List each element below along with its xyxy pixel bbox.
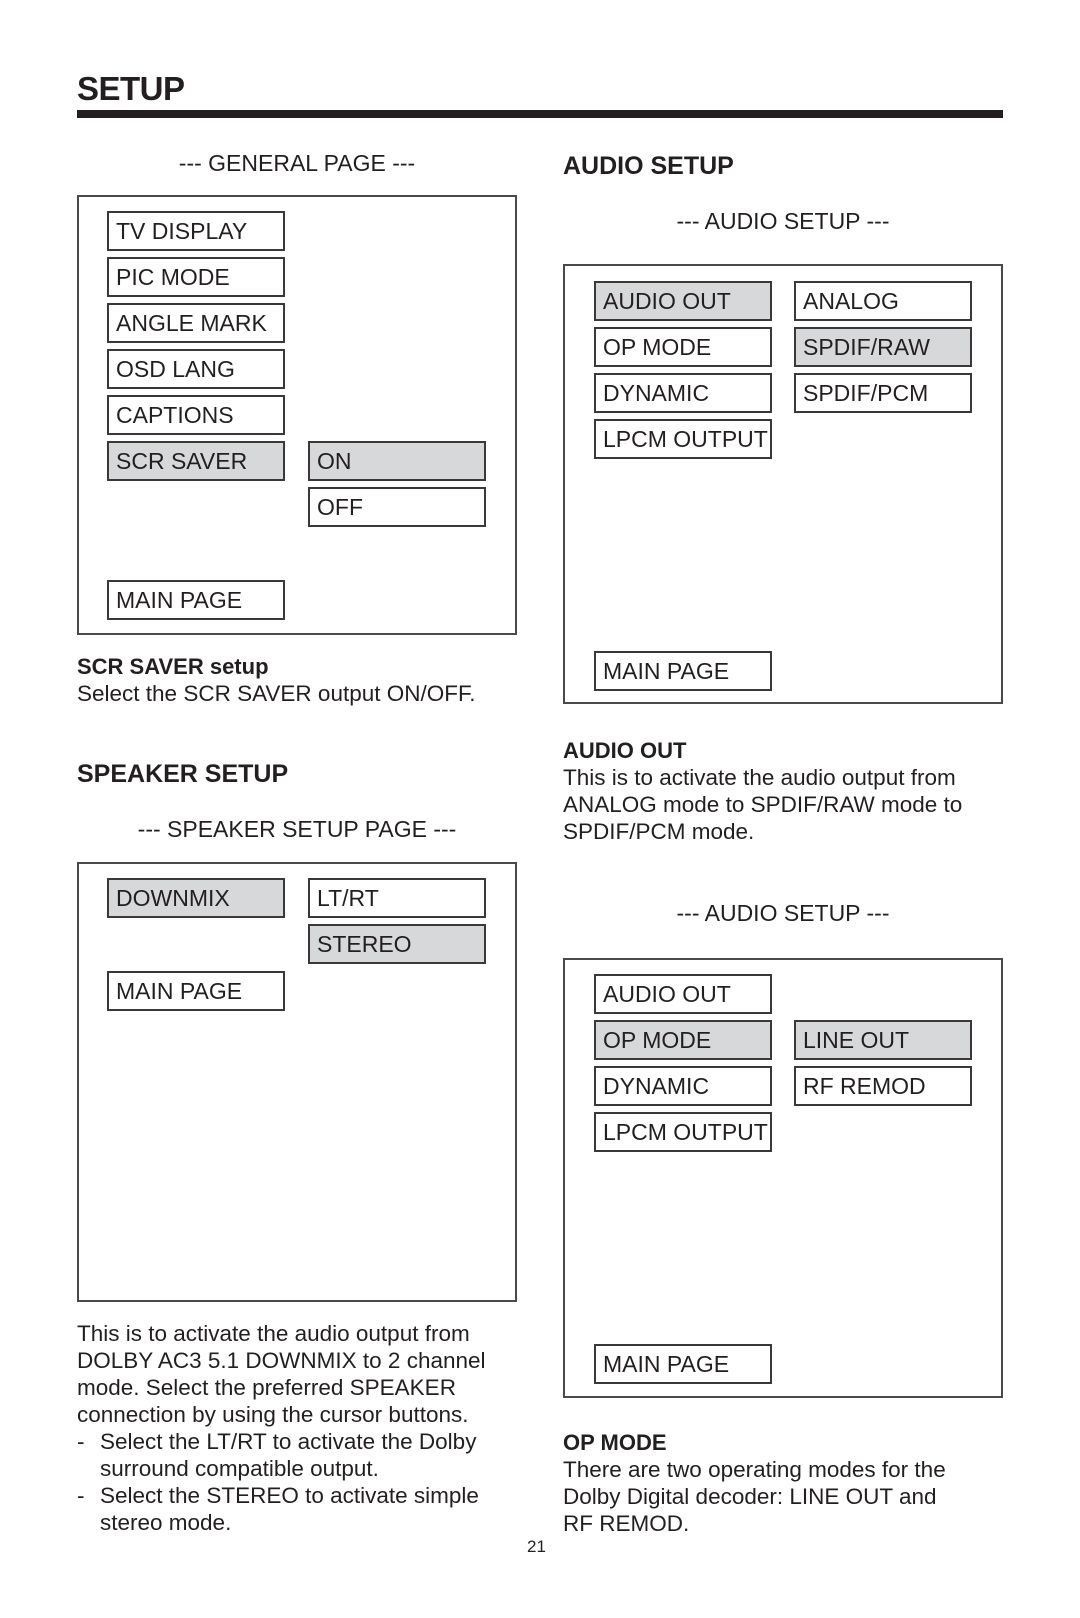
audio-out-desc: This is to activate the audio output fro… — [563, 764, 962, 845]
op-mode-desc: There are two operating modes for the Do… — [563, 1456, 946, 1537]
audio-out-desc-title: AUDIO OUT — [563, 738, 687, 763]
audio-setup-caption-2: --- AUDIO SETUP --- — [676, 900, 890, 926]
audio-setup-screen-1: AUDIO OUT OP MODE DYNAMIC LPCM OUTPUT AN… — [563, 264, 1003, 704]
menu-item-dynamic[interactable]: DYNAMIC — [594, 1066, 772, 1106]
option-spdif-raw[interactable]: SPDIF/RAW — [794, 327, 972, 367]
speaker-desc: This is to activate the audio output fro… — [77, 1320, 527, 1536]
bullet-line: surround compatible output. — [100, 1456, 379, 1481]
bullet-dash: - — [77, 1483, 85, 1508]
speaker-desc-line: This is to activate the audio output fro… — [77, 1321, 470, 1346]
menu-item-audio-out[interactable]: AUDIO OUT — [594, 281, 772, 321]
audio-out-desc-line: SPDIF/PCM mode. — [563, 819, 755, 844]
option-analog[interactable]: ANALOG — [794, 281, 972, 321]
menu-item-angle-mark[interactable]: ANGLE MARK — [107, 303, 285, 343]
main-page-button[interactable]: MAIN PAGE — [594, 1344, 772, 1384]
bullet-lt-rt: - Select the LT/RT to activate the Dolby… — [77, 1428, 527, 1482]
speaker-desc-line: connection by using the cursor buttons. — [77, 1402, 469, 1427]
audio-setup-heading: AUDIO SETUP — [563, 152, 734, 180]
page-title: SETUP — [77, 70, 185, 107]
audio-out-desc-line: ANALOG mode to SPDIF/RAW mode to — [563, 792, 963, 817]
speaker-desc-line: mode. Select the preferred SPEAKER — [77, 1375, 456, 1400]
speaker-setup-caption: --- SPEAKER SETUP PAGE --- — [137, 816, 457, 842]
menu-item-downmix[interactable]: DOWNMIX — [107, 878, 285, 918]
speaker-setup-screen: DOWNMIX LT/RT STEREO MAIN PAGE — [77, 862, 517, 1302]
main-page-button[interactable]: MAIN PAGE — [107, 971, 285, 1011]
option-on[interactable]: ON — [308, 441, 486, 481]
audio-out-desc-line: This is to activate the audio output fro… — [563, 765, 956, 790]
title-rule — [77, 110, 1003, 118]
menu-item-lpcm-output[interactable]: LPCM OUTPUT — [594, 1112, 772, 1152]
main-page-button[interactable]: MAIN PAGE — [594, 651, 772, 691]
menu-item-captions[interactable]: CAPTIONS — [107, 395, 285, 435]
menu-item-audio-out[interactable]: AUDIO OUT — [594, 974, 772, 1014]
menu-item-tv-display[interactable]: TV DISPLAY — [107, 211, 285, 251]
speaker-setup-heading: SPEAKER SETUP — [77, 760, 289, 788]
menu-item-op-mode[interactable]: OP MODE — [594, 1020, 772, 1060]
option-lt-rt[interactable]: LT/RT — [308, 878, 486, 918]
menu-item-op-mode[interactable]: OP MODE — [594, 327, 772, 367]
page-number: 21 — [527, 1537, 546, 1556]
audio-setup-screen-2: AUDIO OUT OP MODE DYNAMIC LPCM OUTPUT LI… — [563, 958, 1003, 1398]
scr-saver-desc-title: SCR SAVER setup — [77, 654, 269, 679]
scr-saver-desc-text: Select the SCR SAVER output ON/OFF. — [77, 681, 476, 706]
option-rf-remod[interactable]: RF REMOD — [794, 1066, 972, 1106]
option-stereo[interactable]: STEREO — [308, 924, 486, 964]
menu-item-dynamic[interactable]: DYNAMIC — [594, 373, 772, 413]
bullet-stereo: - Select the STEREO to activate simple s… — [77, 1482, 527, 1536]
option-off[interactable]: OFF — [308, 487, 486, 527]
op-mode-desc-line: Dolby Digital decoder: LINE OUT and — [563, 1484, 937, 1509]
bullet-line: Select the STEREO to activate simple — [100, 1483, 479, 1508]
option-spdif-pcm[interactable]: SPDIF/PCM — [794, 373, 972, 413]
op-mode-desc-line: There are two operating modes for the — [563, 1457, 946, 1482]
menu-item-scr-saver[interactable]: SCR SAVER — [107, 441, 285, 481]
audio-setup-caption-1: --- AUDIO SETUP --- — [676, 208, 890, 234]
bullet-line: stereo mode. — [100, 1510, 232, 1535]
general-page-screen: TV DISPLAY PIC MODE ANGLE MARK OSD LANG … — [77, 195, 517, 635]
menu-item-lpcm-output[interactable]: LPCM OUTPUT — [594, 419, 772, 459]
general-page-caption: --- GENERAL PAGE --- — [178, 150, 416, 176]
bullet-dash: - — [77, 1429, 85, 1454]
menu-item-pic-mode[interactable]: PIC MODE — [107, 257, 285, 297]
main-page-button[interactable]: MAIN PAGE — [107, 580, 285, 620]
op-mode-desc-line: RF REMOD. — [563, 1511, 690, 1536]
speaker-desc-line: DOLBY AC3 5.1 DOWNMIX to 2 channel — [77, 1348, 486, 1373]
bullet-line: Select the LT/RT to activate the Dolby — [100, 1429, 477, 1454]
option-line-out[interactable]: LINE OUT — [794, 1020, 972, 1060]
menu-item-osd-lang[interactable]: OSD LANG — [107, 349, 285, 389]
op-mode-desc-title: OP MODE — [563, 1430, 667, 1455]
